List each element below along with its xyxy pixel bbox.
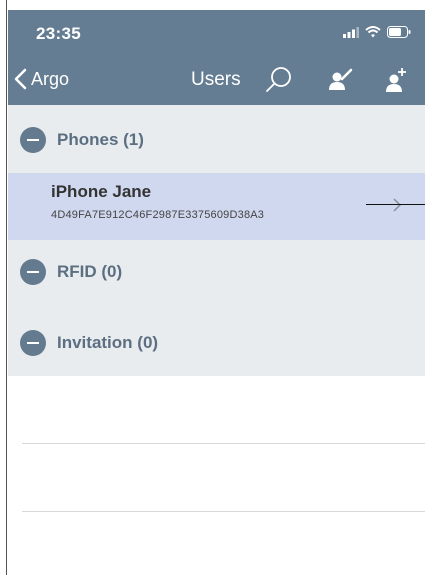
navigation-header: 23:35 Argo Users xyxy=(8,10,425,105)
edit-users-button[interactable] xyxy=(322,63,356,97)
status-icons xyxy=(343,26,411,38)
empty-row-separator xyxy=(22,443,425,444)
signal-icon xyxy=(343,26,359,38)
chevron-right-icon xyxy=(393,198,402,212)
section-phones[interactable]: Phones (1) xyxy=(8,110,425,170)
user-list: Phones (1) iPhone Jane 4D49FA7E912C46F29… xyxy=(8,105,425,376)
empty-row-separator xyxy=(22,511,425,512)
row-pointer-line xyxy=(366,204,425,205)
phone-name: iPhone Jane xyxy=(51,182,152,201)
edit-user-icon xyxy=(329,68,353,90)
back-button[interactable]: Argo xyxy=(14,68,69,90)
page-title: Users xyxy=(191,69,241,90)
minus-circle-icon[interactable] xyxy=(20,330,46,356)
back-label: Argo xyxy=(31,68,70,89)
back-chevron-icon xyxy=(14,68,27,90)
phone-id: 4D49FA7E912C46F2987E3375609D38A3 xyxy=(51,209,265,221)
section-rfid[interactable]: RFID (0) xyxy=(8,242,425,302)
search-icon xyxy=(266,67,291,92)
section-label-invitation: Invitation (0) xyxy=(57,333,159,352)
minus-circle-icon[interactable] xyxy=(20,127,46,153)
battery-icon xyxy=(387,26,411,38)
add-user-icon xyxy=(386,68,406,92)
search-button[interactable] xyxy=(262,63,296,97)
section-label-rfid: RFID (0) xyxy=(57,262,123,281)
add-user-button[interactable] xyxy=(379,63,413,97)
section-invitation[interactable]: Invitation (0) xyxy=(8,313,425,373)
section-label-phones: Phones (1) xyxy=(57,130,144,149)
wifi-icon xyxy=(365,26,381,38)
status-time: 23:35 xyxy=(36,24,81,43)
window-edge xyxy=(0,0,7,575)
phone-row[interactable]: iPhone Jane 4D49FA7E912C46F2987E3375609D… xyxy=(8,173,425,240)
minus-circle-icon[interactable] xyxy=(20,259,46,285)
